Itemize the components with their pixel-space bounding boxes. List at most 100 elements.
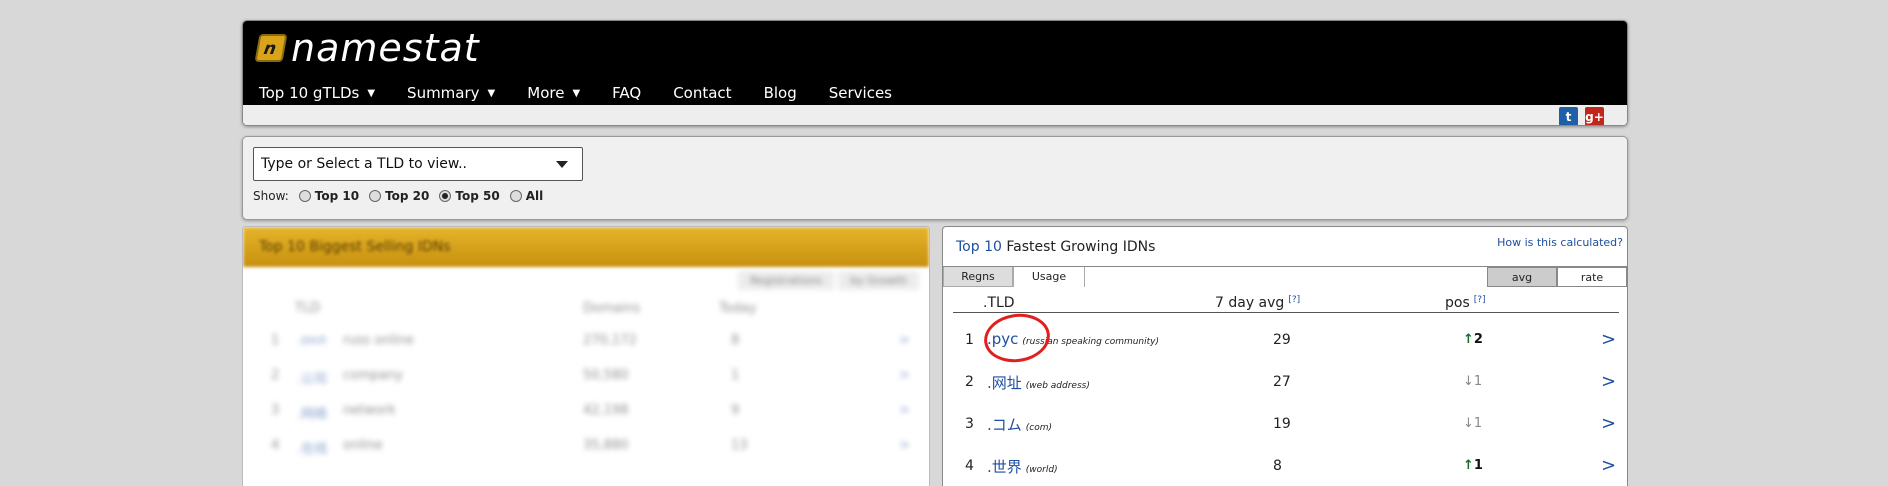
row-arrow-icon[interactable]: >	[1601, 371, 1616, 392]
pos-value: 1	[1473, 374, 1483, 389]
pos-value: 1	[1473, 458, 1483, 473]
nav-item-contact[interactable]: Contact	[657, 84, 747, 102]
chevron-down-icon: ▼	[367, 87, 376, 99]
row-arrow-icon[interactable]: >	[899, 438, 910, 453]
row-position-change: ↓1	[1463, 374, 1482, 389]
tab-usage[interactable]: Usage	[1013, 267, 1085, 287]
row-arrow-icon[interactable]: >	[1601, 413, 1616, 434]
cell-tld[interactable]: .онл	[297, 333, 326, 348]
logo[interactable]: n namestat	[254, 29, 480, 67]
how-calculated-link[interactable]: How is this calculated?	[1497, 236, 1623, 249]
tab-growth[interactable]: by Growth	[838, 271, 919, 290]
cell-tld[interactable]: .网络	[297, 403, 327, 422]
nav-label: More	[527, 84, 565, 102]
radio-button[interactable]	[509, 190, 522, 202]
cell-domains: 270,172	[583, 333, 637, 348]
nav-item-services[interactable]: Services	[813, 84, 908, 102]
cell-desc: online	[343, 438, 383, 453]
help-link[interactable]: [?]	[1288, 295, 1300, 305]
nav-label: Contact	[673, 84, 732, 102]
radio-label: All	[525, 189, 544, 203]
cell-domains: 42,198	[583, 403, 629, 418]
row-rank: 3	[965, 416, 974, 432]
row-rank: 4	[965, 458, 974, 474]
tab-registrations[interactable]: Registrations	[738, 271, 835, 290]
radio-label: Top 50	[455, 189, 500, 203]
cell-rank: 1	[271, 333, 280, 348]
nav-item-more[interactable]: More ▼	[511, 84, 596, 102]
tld-name[interactable]: .世界	[987, 458, 1022, 476]
row-arrow-icon[interactable]: >	[899, 333, 910, 348]
cell-today: 1	[731, 368, 740, 383]
table-row: 2 .网址 (web address) 27 ↓1 >	[953, 361, 1619, 403]
nav-item-summary[interactable]: Summary ▼	[391, 84, 511, 102]
nav-label: Top 10 gTLDs	[259, 84, 360, 102]
cell-domains: 50,580	[583, 368, 629, 383]
panel-header: Top 10 Fastest Growing IDNs How is this …	[943, 227, 1627, 267]
row-arrow-icon[interactable]: >	[899, 403, 910, 418]
row-arrow-icon[interactable]: >	[1601, 329, 1616, 350]
tld-link[interactable]: .网址 (web address)	[987, 372, 1090, 393]
google-plus-icon[interactable]: g+	[1585, 107, 1604, 125]
logo-mark-icon: n	[254, 34, 288, 62]
toggle-rate[interactable]: rate	[1557, 267, 1627, 287]
cell-tld[interactable]: .公司	[297, 368, 327, 387]
nav-label: Services	[828, 84, 892, 102]
chevron-down-icon	[556, 161, 568, 168]
twitter-icon[interactable]: t	[1559, 107, 1578, 125]
toggle-avg[interactable]: avg	[1487, 267, 1557, 287]
row-arrow-icon[interactable]: >	[1601, 455, 1616, 476]
arrow-up-icon: ↑	[1463, 458, 1474, 473]
row-rank: 2	[965, 374, 974, 390]
main-nav: Top 10 gTLDs ▼ Summary ▼ More ▼ FAQ Contact Blog…	[243, 81, 908, 105]
radio-top-50[interactable]: Top 50	[439, 189, 500, 203]
table-row: 4 .世界 (world) 8 ↑1 >	[953, 445, 1619, 486]
cell-domains: 35,880	[583, 438, 629, 453]
radio-top-20[interactable]: Top 20	[369, 189, 429, 203]
row-7day-avg: 8	[1273, 458, 1282, 474]
tld-link[interactable]: .世界 (world)	[987, 456, 1058, 477]
help-link[interactable]: [?]	[1474, 295, 1486, 305]
cell-tld[interactable]: .在线	[297, 438, 327, 457]
panel-header: Top 10 Biggest Selling IDNs	[243, 227, 929, 267]
tld-description: (web address)	[1025, 381, 1090, 391]
arrow-up-icon: ↑	[1463, 332, 1474, 347]
radio-all[interactable]: All	[509, 189, 544, 203]
tab-regns[interactable]: Regns	[943, 267, 1013, 287]
cell-desc: network	[343, 403, 396, 418]
tld-name[interactable]: .网址	[987, 374, 1022, 392]
metric-toggle: avg rate	[1487, 267, 1627, 287]
pos-value: 1	[1473, 416, 1483, 431]
tld-select-dropdown[interactable]: Type or Select a TLD to view..	[253, 147, 583, 181]
radio-button[interactable]	[439, 190, 452, 202]
nav-item-top-10-gtlds[interactable]: Top 10 gTLDs ▼	[243, 84, 391, 102]
tld-name[interactable]: .コム	[987, 416, 1022, 434]
nav-label: FAQ	[612, 84, 642, 102]
cell-rank: 2	[271, 368, 280, 383]
col-pos: pos [?]	[1445, 295, 1486, 311]
col-tld: .TLD	[983, 295, 1015, 311]
panel-title: Top 10 Fastest Growing IDNs	[956, 239, 1156, 255]
nav-item-faq[interactable]: FAQ	[596, 84, 657, 102]
nav-label: Summary	[407, 84, 480, 102]
arrow-down-icon: ↓	[1463, 374, 1474, 389]
row-7day-avg: 27	[1273, 374, 1291, 390]
radio-button[interactable]	[298, 190, 311, 202]
table-header: .TLD 7 day avg [?] pos [?]	[953, 291, 1619, 313]
radio-top-10[interactable]: Top 10	[298, 189, 359, 203]
table-header: TLD Domains Today	[295, 301, 757, 316]
cell-desc: russ online	[343, 333, 414, 348]
chevron-down-icon: ▼	[487, 87, 496, 99]
radio-button[interactable]	[369, 190, 382, 202]
tld-link[interactable]: .コム (com)	[987, 414, 1052, 435]
row-rank: 1	[965, 332, 974, 348]
col-7day-avg: 7 day avg [?]	[1215, 295, 1301, 311]
nav-item-blog[interactable]: Blog	[748, 84, 813, 102]
row-arrow-icon[interactable]: >	[899, 368, 910, 383]
table-row: 2 .公司 company 50,580 1 >	[243, 360, 929, 390]
social-bar: t g+	[243, 105, 1627, 125]
nav-label: Blog	[763, 84, 797, 102]
biggest-idns-panel: Top 10 Biggest Selling IDNs Registration…	[242, 226, 930, 486]
site-header: n namestat Top 10 gTLDs ▼ Summary ▼ More ▼ FAQ…	[242, 20, 1628, 126]
row-position-change: ↑1	[1463, 458, 1483, 473]
